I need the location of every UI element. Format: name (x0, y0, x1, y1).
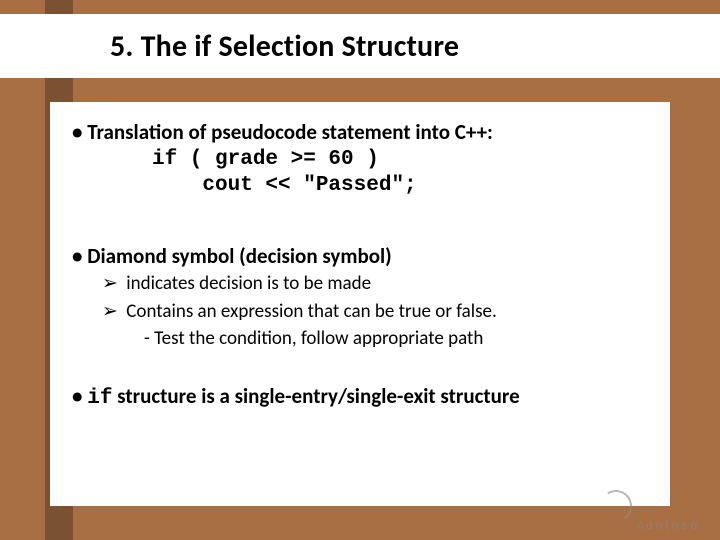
title-bar: 5. The if Selection Structure (0, 14, 720, 78)
code-block: if ( grade >= 60 ) cout << "Passed"; (152, 147, 648, 200)
logo: contoso (590, 496, 700, 532)
arrow-icon: ➢ (102, 271, 122, 297)
logo-text: contoso (637, 518, 700, 532)
sub-item-2: ➢ Contains an expression that can be tru… (102, 299, 648, 325)
spacer (72, 210, 648, 240)
content-card: • Translation of pseudocode statement in… (50, 102, 670, 506)
mono-if: if (87, 387, 112, 410)
sub-item-1-text: indicates decision is to be made (126, 272, 371, 295)
arrow-icon: ➢ (102, 299, 122, 325)
sub-sub-item: - Test the condition, follow appropriate… (144, 326, 648, 352)
sub-list: ➢ indicates decision is to be made ➢ Con… (102, 271, 648, 352)
slide: 5. The if Selection Structure • Translat… (0, 0, 720, 540)
bullet-if-structure: • if structure is a single-entry/single-… (72, 384, 648, 411)
bullet-rest: structure is a single-entry/single-exit … (112, 383, 519, 409)
bullet-diamond: • Diamond symbol (decision symbol) (72, 244, 648, 269)
sub-item-2-text: Contains an expression that can be true … (126, 300, 497, 323)
spacer (72, 362, 648, 380)
bullet-translation: • Translation of pseudocode statement in… (72, 120, 648, 145)
bullet-prefix: • (72, 383, 87, 409)
slide-title: 5. The if Selection Structure (110, 28, 459, 65)
sub-item-1: ➢ indicates decision is to be made (102, 271, 648, 297)
